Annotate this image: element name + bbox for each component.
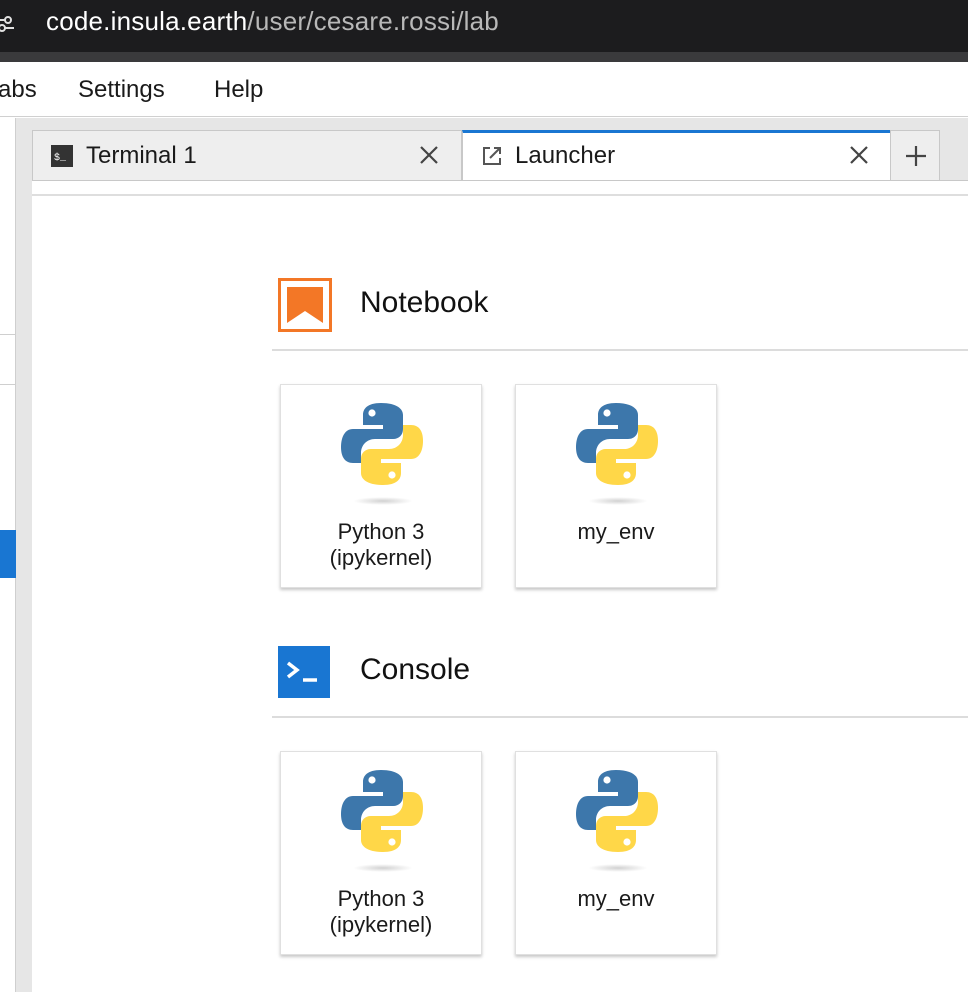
tab-content-edge xyxy=(32,180,968,194)
close-icon[interactable] xyxy=(417,143,441,167)
section-title-console: Console xyxy=(360,653,471,686)
card-label: Python 3 (ipykernel) xyxy=(329,519,433,570)
launcher-panel: Notebook Python 3 (ipykernel) my_env Con… xyxy=(32,194,968,992)
card-label: my_env xyxy=(577,886,655,911)
site-settings-icon[interactable] xyxy=(0,14,14,34)
launcher-card-console-python3[interactable]: Python 3 (ipykernel) xyxy=(280,751,482,955)
logo-shadow xyxy=(353,864,413,872)
sidebar-divider xyxy=(0,384,16,385)
python-logo-icon xyxy=(572,766,662,856)
menu-help[interactable]: Help xyxy=(214,76,263,104)
tab-label: Launcher xyxy=(515,142,616,169)
launcher-card-console-my-env[interactable]: my_env xyxy=(515,751,717,955)
panel-gutter xyxy=(16,118,32,992)
add-tab-button[interactable] xyxy=(890,130,940,180)
menu-tabs[interactable]: abs xyxy=(0,76,37,104)
launcher-card-notebook-python3[interactable]: Python 3 (ipykernel) xyxy=(280,384,482,588)
menu-bar: abs Settings Help xyxy=(0,62,968,117)
svg-text:$_: $_ xyxy=(54,152,67,164)
plus-icon xyxy=(906,146,926,166)
logo-shadow xyxy=(588,864,648,872)
tab-bar: $_ Terminal 1 Launcher xyxy=(32,118,968,194)
launch-icon xyxy=(483,147,501,165)
tab-launcher[interactable]: Launcher xyxy=(462,130,892,182)
url-text[interactable]: code.insula.earth/user/cesare.rossi/lab xyxy=(46,6,499,37)
close-icon[interactable] xyxy=(847,143,871,167)
section-divider xyxy=(272,716,968,718)
left-sidebar xyxy=(0,118,16,992)
section-title-notebook: Notebook xyxy=(360,286,489,319)
notebook-icon xyxy=(278,278,332,332)
browser-toolbar-edge xyxy=(0,52,968,62)
terminal-icon: $_ xyxy=(51,145,73,167)
python-logo-icon xyxy=(337,766,427,856)
logo-shadow xyxy=(588,497,648,505)
menu-settings[interactable]: Settings xyxy=(78,76,165,104)
url-host: code.insula.earth xyxy=(46,6,248,36)
launcher-card-notebook-my-env[interactable]: my_env xyxy=(515,384,717,588)
url-path: /user/cesare.rossi/lab xyxy=(247,6,499,36)
card-label: Python 3 (ipykernel) xyxy=(329,886,433,937)
tab-terminal-1[interactable]: $_ Terminal 1 xyxy=(32,130,462,180)
tab-label: Terminal 1 xyxy=(86,142,197,169)
python-logo-icon xyxy=(337,399,427,489)
logo-shadow xyxy=(353,497,413,505)
section-divider xyxy=(272,349,968,351)
browser-url-bar[interactable]: code.insula.earth/user/cesare.rossi/lab xyxy=(0,0,968,52)
console-icon xyxy=(278,646,330,698)
sidebar-divider xyxy=(0,334,16,335)
card-label: my_env xyxy=(577,519,655,544)
sidebar-selected-item[interactable] xyxy=(0,530,16,578)
python-logo-icon xyxy=(572,399,662,489)
